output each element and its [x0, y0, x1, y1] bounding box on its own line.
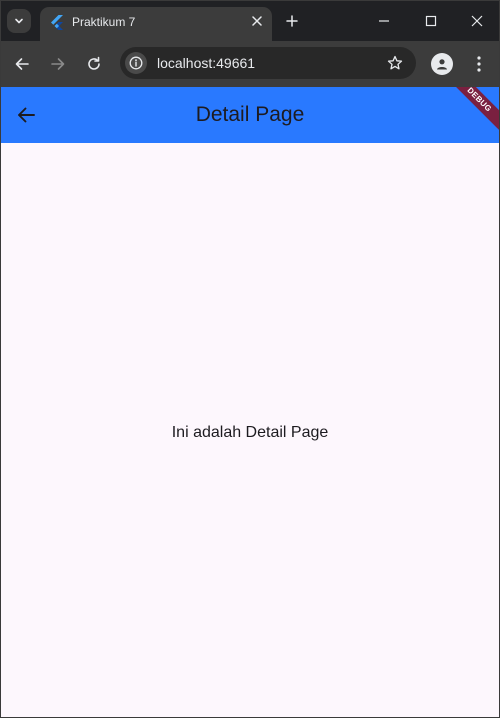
close-icon — [252, 16, 262, 26]
plus-icon — [286, 15, 298, 27]
close-window-button[interactable] — [454, 9, 499, 33]
body-text: Ini adalah Detail Page — [171, 424, 329, 441]
bookmark-button[interactable] — [386, 54, 404, 72]
chevron-down-icon — [15, 18, 23, 24]
minimize-button[interactable] — [361, 9, 407, 33]
back-nav-button[interactable] — [10, 52, 34, 76]
address-bar[interactable]: localhost:49661 — [120, 47, 416, 79]
close-tab-button[interactable] — [248, 12, 266, 30]
maximize-icon — [425, 15, 437, 27]
flutter-icon — [51, 15, 63, 30]
tab-title: Praktikum 7 — [72, 15, 136, 29]
debug-banner: DEBUG — [439, 87, 499, 141]
browser-toolbar: localhost:49661 — [1, 41, 499, 87]
minimize-icon — [379, 20, 389, 22]
tab-list-button[interactable] — [7, 9, 31, 33]
reload-icon — [88, 56, 100, 70]
arrow-right-icon — [51, 58, 65, 70]
debug-banner-area: DEBUG — [439, 87, 499, 143]
site-info-button[interactable] — [125, 52, 147, 74]
profile-icon — [437, 59, 447, 70]
app-bar: Detail Page DEBUG — [1, 87, 499, 143]
page-body: Ini adalah Detail Page — [1, 143, 499, 717]
page-title: Detail Page — [195, 103, 305, 126]
url-text: localhost:49661 — [157, 55, 256, 71]
more-vert-icon — [477, 56, 481, 72]
info-icon — [129, 56, 143, 70]
tab-strip: Praktikum 7 — [1, 1, 499, 41]
new-tab-button[interactable] — [283, 12, 301, 30]
forward-nav-button[interactable] — [46, 52, 70, 76]
arrow-left-icon — [15, 58, 29, 70]
reload-button[interactable] — [82, 52, 106, 76]
browser-window: Praktikum 7 localhost:49661 Detail Page … — [0, 0, 500, 718]
star-icon — [387, 55, 403, 70]
maximize-button[interactable] — [408, 9, 454, 33]
close-icon — [471, 15, 483, 27]
profile-button[interactable] — [431, 53, 453, 75]
browser-tab[interactable]: Praktikum 7 — [40, 7, 272, 41]
browser-menu-button[interactable] — [467, 52, 491, 76]
